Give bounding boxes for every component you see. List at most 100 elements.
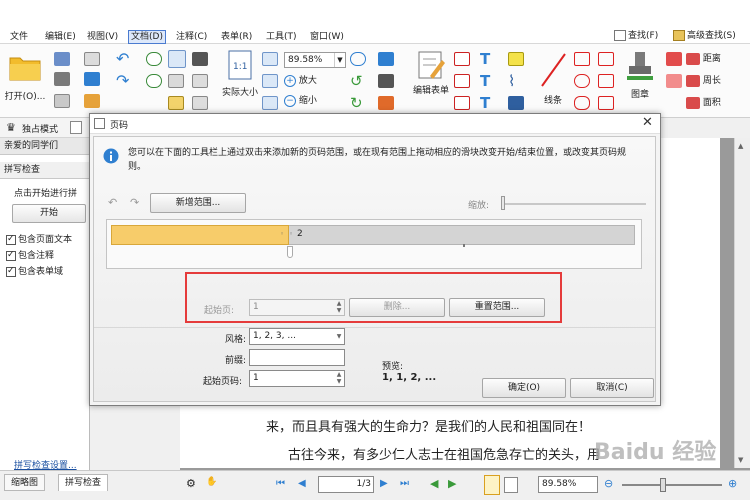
continuous-icon[interactable] (504, 477, 518, 493)
text-box-icon[interactable] (378, 74, 394, 88)
callout-icon[interactable]: T (480, 74, 496, 89)
zoom-out-icon[interactable]: ⊖ (604, 477, 613, 490)
list-field-icon[interactable] (454, 96, 470, 110)
undo-icon[interactable]: ↶ (116, 51, 132, 67)
rotate-left-icon[interactable]: ↺ (350, 74, 366, 89)
last-page-icon[interactable]: ⏭ (400, 478, 409, 489)
select-icon[interactable] (192, 74, 208, 88)
highlight-icon[interactable] (666, 74, 682, 88)
text-tool-icon[interactable] (378, 52, 394, 66)
document-tab[interactable]: 亲爱的同学们 (0, 138, 89, 155)
text-field-icon[interactable] (454, 52, 470, 66)
area-button[interactable]: 面积 (686, 96, 721, 110)
menu-form[interactable]: 表单(R) (219, 30, 254, 44)
range-segment-1[interactable] (111, 225, 289, 245)
include-page-text-checkbox[interactable]: 包含页面文本 (6, 233, 72, 247)
menu-comment[interactable]: 注释(C) (174, 30, 209, 44)
next-page-icon[interactable]: ▶ (380, 478, 388, 489)
email-icon[interactable] (84, 52, 100, 66)
rectangle-icon[interactable] (574, 52, 590, 66)
polyline-icon[interactable] (598, 74, 614, 88)
menu-view[interactable]: 视图(V) (85, 30, 120, 44)
tab-spell-check[interactable]: 拼写检查 (58, 474, 109, 491)
single-page-icon[interactable] (484, 475, 500, 495)
range-handle[interactable]: ◦ (280, 230, 284, 238)
new-range-button[interactable]: 新增范围... (150, 193, 246, 213)
select-text-icon[interactable] (168, 74, 184, 88)
column-icon[interactable] (192, 96, 208, 110)
textbox-icon[interactable]: T (480, 96, 496, 111)
link-icon[interactable] (378, 96, 394, 110)
save-icon[interactable] (54, 52, 70, 66)
status-zoom-combobox[interactable]: 89.58% (538, 476, 598, 493)
sticky-note-icon[interactable] (508, 52, 524, 66)
fit-visible-icon[interactable] (262, 96, 278, 110)
fit-width-icon[interactable] (262, 74, 278, 88)
advanced-find-button[interactable]: 高级查找(S) (673, 29, 736, 44)
back-icon[interactable]: ◀ (430, 477, 438, 490)
check-field-icon[interactable] (454, 74, 470, 88)
properties-icon[interactable] (70, 121, 82, 134)
cloud-icon[interactable] (84, 72, 100, 86)
scroll-down-icon[interactable]: ▼ (738, 456, 743, 464)
range-handle[interactable]: ◦ (289, 230, 293, 238)
find-button[interactable]: 查找(F) (614, 29, 658, 44)
menu-window[interactable]: 窗口(W) (308, 30, 346, 44)
page-number-field[interactable]: 1/3 (318, 476, 374, 493)
print-icon[interactable] (54, 72, 70, 86)
edit-form-button[interactable]: 编辑表单 (408, 50, 454, 112)
gear-icon[interactable]: ⚙ (186, 477, 196, 490)
document-icon[interactable] (54, 94, 70, 108)
sound-icon[interactable] (508, 96, 524, 110)
forward-icon[interactable]: ▶ (448, 477, 456, 490)
pencil-icon[interactable] (598, 96, 614, 110)
camera-icon[interactable] (192, 52, 208, 66)
prefix-field[interactable] (249, 349, 345, 366)
close-icon[interactable]: ✕ (642, 115, 653, 130)
oval-icon[interactable] (574, 74, 590, 88)
dialog-zoom-handle[interactable] (501, 196, 505, 210)
scroll-up-icon[interactable]: ▲ (738, 142, 743, 150)
redo-icon[interactable]: ↷ (130, 196, 139, 209)
prev-page-icon[interactable] (146, 52, 162, 66)
typewriter-icon[interactable]: T (480, 52, 496, 67)
menu-tools[interactable]: 工具(T) (264, 30, 299, 44)
hand-tool-icon[interactable] (168, 50, 186, 68)
distance-button[interactable]: 距离 (686, 52, 721, 66)
rotate-right-icon[interactable]: ↻ (350, 96, 366, 111)
line-button[interactable]: 线条 (534, 50, 572, 112)
paperclip-icon[interactable]: ⌇ (508, 74, 524, 89)
stamp-button[interactable]: 图章 (620, 50, 660, 112)
next-page-icon[interactable] (146, 74, 162, 88)
snapshot-icon[interactable] (168, 96, 184, 110)
include-form-fields-checkbox[interactable]: 包含表单域 (6, 265, 63, 279)
first-page-icon[interactable]: ⏮ (276, 478, 285, 489)
menu-edit[interactable]: 编辑(E) (43, 30, 78, 44)
magnifier-icon[interactable] (350, 52, 366, 66)
hand-icon[interactable]: ✋ (206, 477, 217, 487)
start-number-field[interactable]: 1 ▲ ▼ (249, 370, 345, 387)
zoom-combobox[interactable]: 89.58% ▼ (284, 52, 346, 68)
redo-icon[interactable]: ↷ (116, 73, 132, 89)
open-button[interactable]: 打开(O)... (4, 52, 46, 112)
start-button[interactable]: 开始 (12, 204, 86, 223)
zoom-in-icon[interactable]: ⊕ (728, 477, 737, 490)
vertical-scrollbar[interactable]: ▲ ▼ (734, 138, 750, 468)
style-select[interactable]: 1, 2, 3, ... ▼ (249, 328, 345, 345)
zoom-in-button[interactable]: + 放大 (284, 74, 317, 88)
polygon-icon[interactable] (598, 52, 614, 66)
undo-icon[interactable]: ↶ (108, 196, 117, 209)
perimeter-button[interactable]: 周长 (686, 74, 721, 88)
cancel-button[interactable]: 取消(C) (570, 378, 654, 398)
zoom-out-button[interactable]: − 缩小 (284, 94, 317, 108)
gear-icon[interactable] (84, 94, 100, 108)
zoom-slider-handle[interactable] (660, 478, 666, 492)
exclusive-mode-label[interactable]: 独占模式 (22, 122, 58, 135)
fit-page-icon[interactable] (262, 52, 278, 66)
cloud-shape-icon[interactable] (574, 96, 590, 110)
ok-button[interactable]: 确定(O) (482, 378, 566, 398)
eraser-icon[interactable] (666, 52, 682, 66)
range-marker-pointer[interactable] (287, 246, 293, 258)
include-comments-checkbox[interactable]: 包含注释 (6, 249, 54, 263)
dialog-zoom-slider[interactable] (504, 203, 646, 205)
